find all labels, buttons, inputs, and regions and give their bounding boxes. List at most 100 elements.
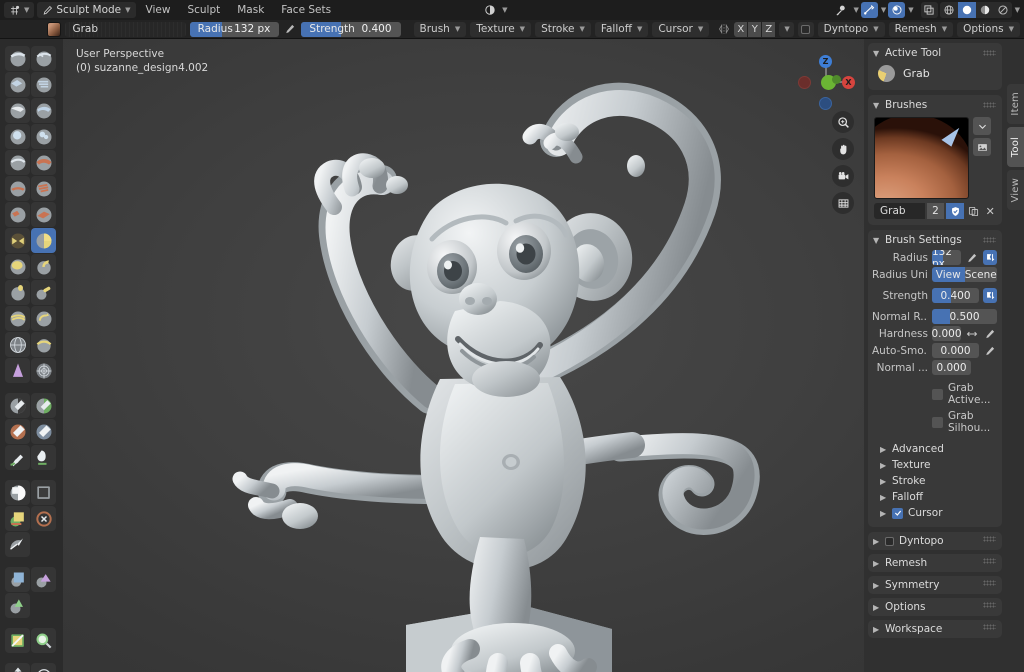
radius-unit-scene[interactable]: Scene xyxy=(964,267,997,282)
auto-smooth-pressure-button[interactable] xyxy=(983,343,997,358)
drag-handle-dots[interactable] xyxy=(983,536,996,542)
tool-multires-displacement-eraser[interactable] xyxy=(5,419,30,444)
radius-unit-view[interactable]: View xyxy=(932,267,965,282)
tool-rotate-brush[interactable] xyxy=(31,306,56,331)
brush-preview-icon[interactable] xyxy=(47,21,62,37)
popover-options[interactable]: Options ▼ xyxy=(957,21,1020,37)
tool-box-face-set[interactable] xyxy=(5,506,30,531)
editor-type-button[interactable]: ▼ xyxy=(4,2,35,18)
visibility-toggle-button[interactable] xyxy=(833,2,850,18)
menu-sculpt[interactable]: Sculpt xyxy=(180,2,227,18)
brush-list-expand-button[interactable] xyxy=(973,117,991,135)
tool-lasso-trim[interactable] xyxy=(31,506,56,531)
tool-multiplane-scrape-brush[interactable] xyxy=(31,202,56,227)
tool-flatten-brush[interactable] xyxy=(5,176,30,201)
brush-preview-thumbnail[interactable] xyxy=(874,117,969,199)
gizmo-ball-neg-z[interactable] xyxy=(819,97,832,110)
input-samples-button[interactable] xyxy=(983,250,997,265)
tool-line-project[interactable] xyxy=(5,628,30,653)
subpanel-texture[interactable]: ▶ Texture xyxy=(868,457,1002,473)
dyntopo-checkbox[interactable] xyxy=(885,536,894,546)
strength-slider[interactable]: Strength 0.400 xyxy=(301,21,401,37)
pressure-radius-button[interactable] xyxy=(965,250,979,265)
hardness-direction-button[interactable] xyxy=(965,326,979,341)
tab-item[interactable]: Item xyxy=(1007,84,1024,124)
tool-lasso-mask[interactable] xyxy=(31,480,56,505)
popover-brush[interactable]: Brush ▼ xyxy=(413,21,467,37)
brush-name-field[interactable]: Grab xyxy=(65,21,186,37)
tool-smooth-brush[interactable] xyxy=(31,150,56,175)
popover-texture[interactable]: Texture ▼ xyxy=(470,21,532,37)
pressure-radius-button[interactable] xyxy=(283,22,297,37)
gizmo-ball-neg-x[interactable] xyxy=(798,76,811,89)
brush-datablock-name[interactable]: Grab xyxy=(874,203,925,219)
tool-clay-thumb-brush[interactable] xyxy=(5,98,30,123)
panel-options[interactable]: ▶ Options xyxy=(868,598,1002,616)
popover-falloff[interactable]: Falloff ▼ xyxy=(594,21,649,37)
zoom-button[interactable] xyxy=(832,111,854,133)
gizmo-ball-x[interactable]: X xyxy=(842,76,855,89)
tool-draw-face-sets[interactable] xyxy=(31,393,56,418)
tool-blob-brush[interactable] xyxy=(31,124,56,149)
tool-cloth-brush[interactable] xyxy=(5,358,30,383)
row-grab-silhouette[interactable]: Grab Silhou... xyxy=(868,408,1002,436)
panel-remesh[interactable]: ▶ Remesh xyxy=(868,554,1002,572)
tool-move[interactable] xyxy=(5,663,30,672)
normal-radius-value-field[interactable]: 0.500 xyxy=(932,309,997,324)
panel-workspace[interactable]: ▶ Workspace xyxy=(868,620,1002,638)
tool-pose-brush[interactable] xyxy=(31,280,56,305)
popover-cursor[interactable]: Cursor ▼ xyxy=(652,21,710,37)
drag-handle-dots[interactable] xyxy=(983,624,996,630)
pan-button[interactable] xyxy=(832,138,854,160)
grab-silhouette-checkbox[interactable] xyxy=(932,416,943,428)
menu-face-sets[interactable]: Face Sets xyxy=(274,2,338,18)
radius-value-field[interactable]: 132 px xyxy=(932,250,961,265)
popover-remesh[interactable]: Remesh ▼ xyxy=(888,21,954,37)
panel-dyntopo[interactable]: ▶ Dyntopo xyxy=(868,532,1002,550)
tool-box-mask[interactable] xyxy=(5,480,30,505)
tool-nudge-brush[interactable] xyxy=(5,306,30,331)
gizmo-ball-neg-y[interactable] xyxy=(832,75,841,84)
symmetry-toggle[interactable] xyxy=(717,22,730,37)
chevron-down-icon[interactable]: ▼ xyxy=(853,6,858,14)
tool-draw-brush[interactable] xyxy=(5,46,30,71)
drag-handle-dots[interactable] xyxy=(983,50,996,56)
row-grab-active-vertex[interactable]: Grab Active... xyxy=(868,380,1002,408)
subpanel-advanced[interactable]: ▶ Advanced xyxy=(868,441,1002,457)
brush-image-button[interactable] xyxy=(973,138,991,156)
symmetry-popover[interactable]: ▼ xyxy=(779,21,794,37)
tool-box-trim[interactable] xyxy=(5,593,30,618)
popover-stroke[interactable]: Stroke ▼ xyxy=(535,21,591,37)
tool-draw-sharp-brush[interactable] xyxy=(31,46,56,71)
panel-brush-settings-header[interactable]: ▼ Brush Settings xyxy=(868,233,1002,249)
navigation-gizmo[interactable]: Z X xyxy=(798,45,856,110)
tool-paint-brush[interactable] xyxy=(5,445,30,470)
symmetry-axis-z[interactable]: Z xyxy=(762,21,776,37)
subpanel-stroke[interactable]: ▶ Stroke xyxy=(868,473,1002,489)
tool-grab-brush[interactable] xyxy=(31,228,56,253)
tab-view[interactable]: View xyxy=(1007,170,1024,210)
menu-mask[interactable]: Mask xyxy=(230,2,271,18)
panel-brushes-header[interactable]: ▼ Brushes xyxy=(868,98,1002,114)
tool-box-hide[interactable] xyxy=(5,567,30,592)
rendered-shading-button[interactable] xyxy=(994,2,1012,18)
tool-multires-displacement-smear[interactable] xyxy=(31,419,56,444)
tool-elastic-deform-brush[interactable] xyxy=(5,254,30,279)
tool-thumb-brush[interactable] xyxy=(5,280,30,305)
orthographic-toggle-button[interactable] xyxy=(832,192,854,214)
hardness-value-field[interactable]: 0.000 xyxy=(932,326,961,341)
tool-pinch-brush[interactable] xyxy=(5,228,30,253)
tab-tool[interactable]: Tool xyxy=(1007,127,1024,167)
subpanel-cursor[interactable]: ▶ Cursor xyxy=(868,505,1002,521)
proportional-editing-button[interactable] xyxy=(888,2,906,18)
tool-crease-brush[interactable] xyxy=(5,150,30,175)
dyntopo-checkbox[interactable] xyxy=(801,24,811,34)
tool-clay-strips-brush[interactable] xyxy=(31,72,56,97)
tool-snake-hook-brush[interactable] xyxy=(31,254,56,279)
brush-duplicate-button[interactable] xyxy=(966,203,982,219)
gizmo-ball-z[interactable]: Z xyxy=(819,55,832,68)
object-visibility-button[interactable] xyxy=(481,2,498,18)
drag-handle-dots[interactable] xyxy=(983,102,996,108)
material-shading-button[interactable] xyxy=(976,2,994,18)
auto-smooth-value-field[interactable]: 0.000 xyxy=(932,343,979,358)
